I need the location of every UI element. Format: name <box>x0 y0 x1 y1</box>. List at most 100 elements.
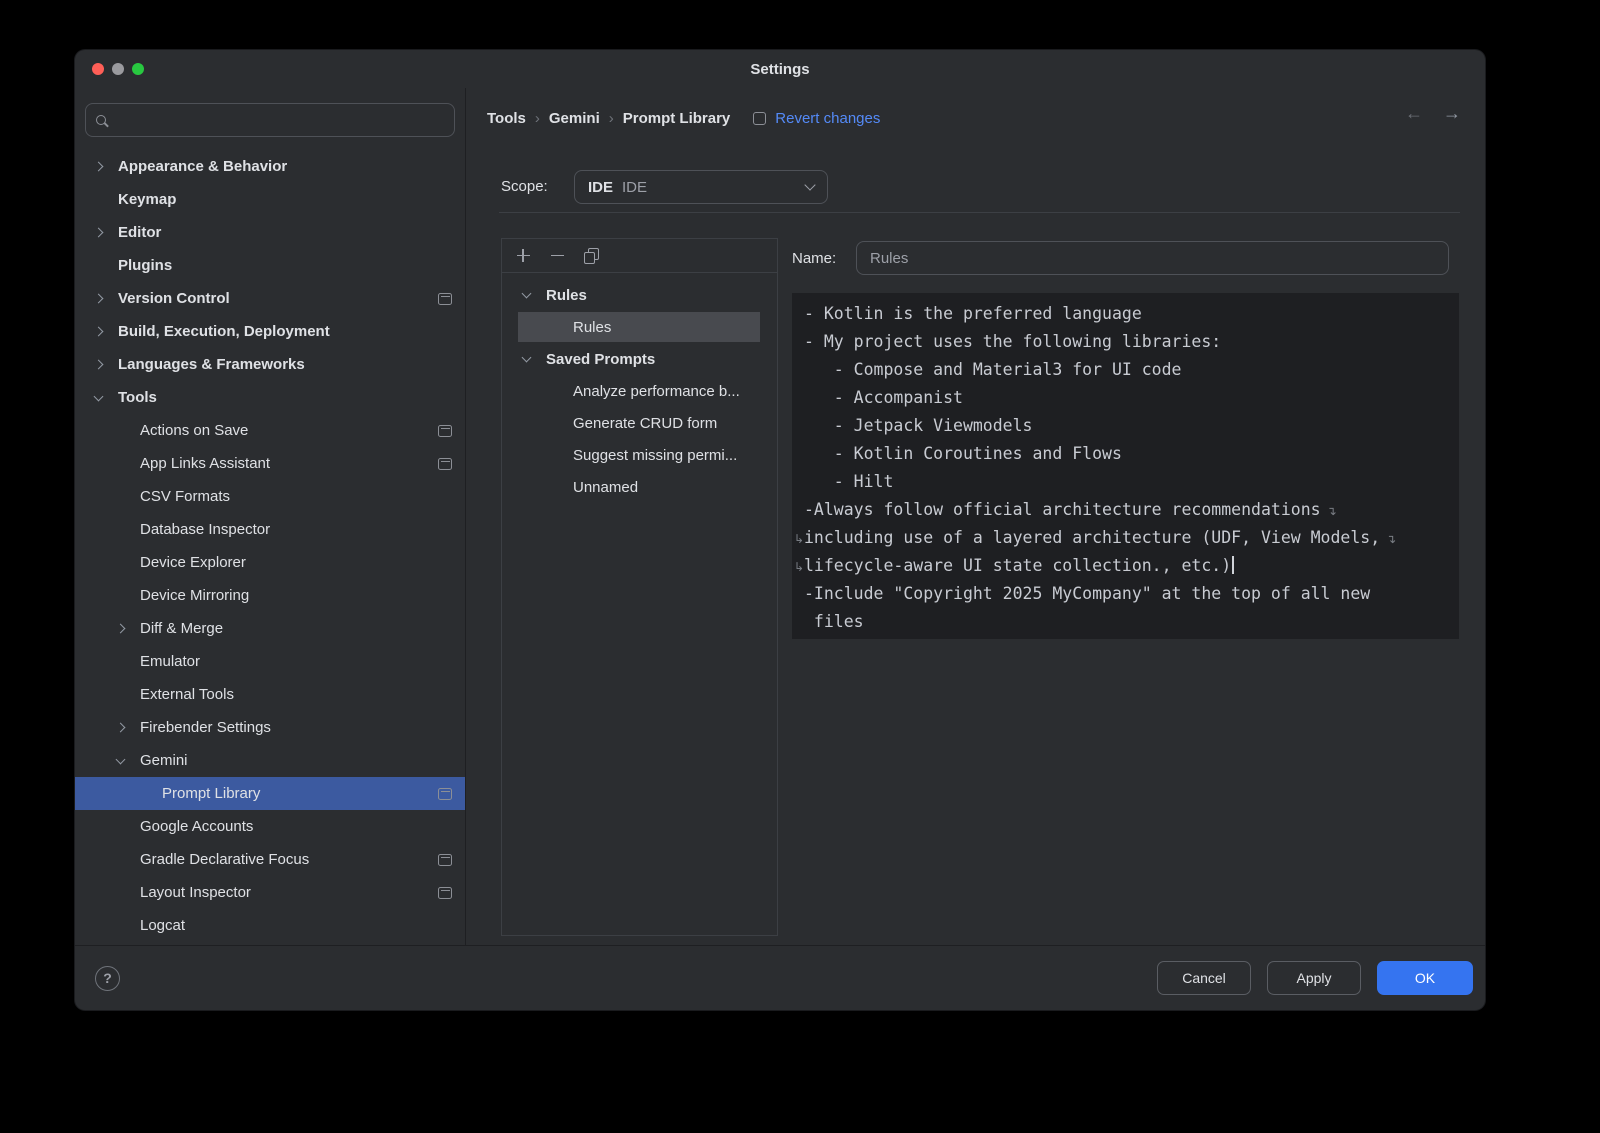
editor-line: - My project uses the following librarie… <box>804 328 1447 356</box>
prompt-tree-item-rules[interactable]: Rules <box>502 279 777 311</box>
sidebar-item-diff-merge[interactable]: Diff & Merge <box>75 612 465 645</box>
breadcrumb-item-prompt-library[interactable]: Prompt Library <box>623 110 731 127</box>
remove-button[interactable] <box>544 244 570 268</box>
sidebar-item-label: Diff & Merge <box>140 620 452 637</box>
soft-wrap-start-icon: ↳ <box>794 553 804 581</box>
sidebar-item-csv-formats[interactable]: CSV Formats <box>75 480 465 513</box>
sidebar-item-label: Appearance & Behavior <box>118 158 452 175</box>
editor-line: ↳lifecycle-aware UI state collection., e… <box>804 552 1447 580</box>
sidebar-item-device-explorer[interactable]: Device Explorer <box>75 546 465 579</box>
help-button[interactable]: ? <box>95 966 120 991</box>
sidebar-item-tools[interactable]: Tools <box>75 381 465 414</box>
sidebar-item-label: CSV Formats <box>140 488 452 505</box>
sidebar-item-plugins[interactable]: Plugins <box>75 249 465 282</box>
editor-line-text: - Kotlin is the preferred language <box>804 304 1142 323</box>
sidebar-item-label: Gradle Declarative Focus <box>140 851 430 868</box>
sidebar-item-label: Device Explorer <box>140 554 452 571</box>
duplicate-button[interactable] <box>578 244 604 268</box>
breadcrumb-item-gemini[interactable]: Gemini <box>549 110 600 127</box>
sidebar-item-keymap[interactable]: Keymap <box>75 183 465 216</box>
scope-combobox[interactable]: IDE IDE <box>574 170 828 204</box>
sidebar-item-label: Google Accounts <box>140 818 452 835</box>
scope-value: IDE <box>622 179 797 196</box>
sidebar-item-build-execution-deployment[interactable]: Build, Execution, Deployment <box>75 315 465 348</box>
chevron-right-icon <box>94 228 104 238</box>
sidebar-item-actions-on-save[interactable]: Actions on Save <box>75 414 465 447</box>
sidebar-item-label: Prompt Library <box>162 785 430 802</box>
sidebar-item-database-inspector[interactable]: Database Inspector <box>75 513 465 546</box>
history-navigation: ← → <box>1405 103 1461 124</box>
sidebar-item-prompt-library[interactable]: Prompt Library <box>75 777 465 810</box>
plus-icon <box>517 249 530 262</box>
sidebar-item-device-mirroring[interactable]: Device Mirroring <box>75 579 465 612</box>
sidebar-item-google-accounts[interactable]: Google Accounts <box>75 810 465 843</box>
settings-search-field[interactable] <box>85 103 455 137</box>
prompt-tree-item-suggest-missing-permi[interactable]: Suggest missing permi... <box>502 439 777 471</box>
revert-changes-link[interactable]: Revert changes <box>775 110 880 127</box>
sidebar-item-gemini[interactable]: Gemini <box>75 744 465 777</box>
breadcrumb-separator: › <box>609 110 614 127</box>
chevron-down-icon <box>116 754 126 764</box>
ok-button[interactable]: OK <box>1377 961 1473 995</box>
chevron-right-icon <box>116 723 126 733</box>
chevron-down-icon <box>522 353 532 363</box>
copy-icon <box>584 248 598 263</box>
back-arrow-button[interactable]: ← <box>1405 103 1423 124</box>
sidebar-item-label: Database Inspector <box>140 521 452 538</box>
prompt-tree-item-saved-prompts[interactable]: Saved Prompts <box>502 343 777 375</box>
prompt-tree-item-generate-crud-form[interactable]: Generate CRUD form <box>502 407 777 439</box>
tree-item-label: Rules <box>573 319 777 336</box>
add-button[interactable] <box>510 244 536 268</box>
editor-line: - Compose and Material3 for UI code <box>804 356 1447 384</box>
screen-icon <box>438 887 452 899</box>
screen-icon <box>438 788 452 800</box>
search-input[interactable] <box>114 112 444 128</box>
sidebar-item-languages-frameworks[interactable]: Languages & Frameworks <box>75 348 465 381</box>
prompt-tree-item-rules[interactable]: Rules <box>502 311 777 343</box>
sidebar-item-editor[interactable]: Editor <box>75 216 465 249</box>
apply-button[interactable]: Apply <box>1267 961 1361 995</box>
cancel-button[interactable]: Cancel <box>1157 961 1251 995</box>
chevron-slot <box>117 823 140 830</box>
sidebar-item-emulator[interactable]: Emulator <box>75 645 465 678</box>
sidebar-item-app-links-assistant[interactable]: App Links Assistant <box>75 447 465 480</box>
text-caret <box>1232 556 1234 574</box>
prompt-tree-item-analyze-performance-b[interactable]: Analyze performance b... <box>502 375 777 407</box>
sidebar-item-version-control[interactable]: Version Control <box>75 282 465 315</box>
sidebar-item-gradle-declarative-focus[interactable]: Gradle Declarative Focus <box>75 843 465 876</box>
chevron-slot <box>95 262 118 269</box>
sidebar-item-appearance-behavior[interactable]: Appearance & Behavior <box>75 150 465 183</box>
chevron-slot <box>95 196 118 203</box>
minus-icon <box>551 249 564 262</box>
sidebar-item-label: App Links Assistant <box>140 455 430 472</box>
sidebar-item-label: External Tools <box>140 686 452 703</box>
scope-tag: IDE <box>588 179 613 196</box>
sidebar-item-external-tools[interactable]: External Tools <box>75 678 465 711</box>
sidebar-item-logcat[interactable]: Logcat <box>75 909 465 942</box>
content-area: Tools›Gemini›Prompt Library Revert chang… <box>466 88 1485 945</box>
editor-line-text: -Always follow official architecture rec… <box>804 500 1321 519</box>
sidebar-item-layout-inspector[interactable]: Layout Inspector <box>75 876 465 909</box>
chevron-slot <box>117 759 140 763</box>
tree-item-label: Generate CRUD form <box>573 415 777 432</box>
screen-icon <box>438 425 452 437</box>
breadcrumb-item-tools[interactable]: Tools <box>487 110 526 127</box>
screen-icon <box>438 293 452 305</box>
editor-line-text: - Accompanist <box>804 388 963 407</box>
soft-wrap-start-icon: ↳ <box>794 525 804 553</box>
sidebar-item-label: Gemini <box>140 752 452 769</box>
sidebar-nav: Appearance & Behavior Keymap Editor Plug… <box>75 150 465 945</box>
sidebar-item-label: Build, Execution, Deployment <box>118 323 452 340</box>
main-area: Appearance & Behavior Keymap Editor Plug… <box>75 88 1485 945</box>
editor-line-text: files <box>804 612 864 631</box>
prompt-tree-item-unnamed[interactable]: Unnamed <box>502 471 777 503</box>
chevron-slot <box>117 658 140 665</box>
sidebar-item-label: Emulator <box>140 653 452 670</box>
prompt-editor[interactable]: - Kotlin is the preferred language - My p… <box>792 293 1459 639</box>
editor-line-text: -Include "Copyright 2025 MyCompany" at t… <box>804 584 1370 603</box>
question-icon: ? <box>103 970 112 986</box>
forward-arrow-button[interactable]: → <box>1443 103 1461 124</box>
name-input[interactable] <box>856 241 1449 275</box>
editor-line-text: - Compose and Material3 for UI code <box>804 360 1182 379</box>
sidebar-item-firebender-settings[interactable]: Firebender Settings <box>75 711 465 744</box>
